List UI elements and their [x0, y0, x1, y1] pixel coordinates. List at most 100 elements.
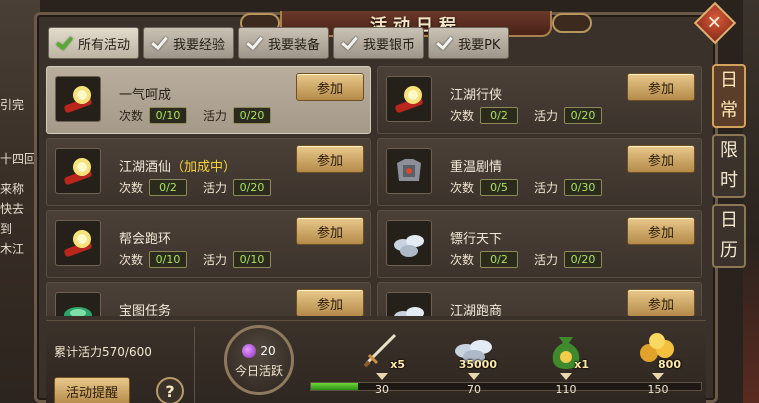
gem-icon — [242, 343, 257, 358]
help-button[interactable]: ? — [156, 377, 184, 403]
money-bag-icon: x1 — [543, 327, 589, 371]
activity-card[interactable]: 镖行天下 次数 0/2 活力 0/20 参加 — [377, 210, 702, 278]
activity-name: 帮会跑环 — [119, 232, 172, 247]
activity-card[interactable]: 江湖行侠 次数 0/2 活力 0/20 参加 — [377, 66, 702, 134]
close-icon: ✕ — [707, 12, 723, 34]
activity-name: 江湖酒仙（加成中） — [119, 160, 237, 175]
join-button[interactable]: 参加 — [627, 289, 695, 316]
vitality-value: 0/20 — [564, 251, 603, 268]
activity-stats: 次数 0/10 活力 0/10 — [119, 251, 287, 268]
check-icon — [150, 34, 168, 52]
reward-quantity: x1 — [574, 358, 589, 371]
tab-all-activities[interactable]: 所有活动 — [48, 27, 140, 59]
count-value: 0/2 — [480, 107, 519, 124]
activity-name: 一气呵成 — [119, 88, 172, 103]
activity-card[interactable]: 一气呵成 次数 0/10 活力 0/20 参加 — [46, 66, 371, 134]
reward-threshold: 70 — [467, 383, 481, 396]
tab-label: 所有活动 — [78, 37, 131, 53]
count-value: 0/5 — [480, 179, 519, 196]
activity-progress-fill — [311, 383, 358, 390]
tab-label: 我要装备 — [268, 37, 321, 53]
tab-silver[interactable]: 我要银币 — [333, 27, 425, 59]
side-tab-daily[interactable]: 日 常 — [712, 64, 746, 128]
activity-name: 宝图任务 — [119, 304, 172, 316]
activity-stats: 次数 0/2 活力 0/20 — [450, 107, 618, 124]
side-tab-calendar[interactable]: 日 历 — [712, 204, 746, 268]
today-activity-value: 20 — [260, 343, 276, 358]
activity-name: 江湖行侠 — [450, 88, 503, 103]
join-button[interactable]: 参加 — [296, 217, 364, 245]
scroll-treasure-icon — [55, 148, 101, 194]
tab-label: 我要PK — [458, 37, 501, 53]
reward-chest[interactable]: x5 30 — [352, 327, 412, 403]
jade-icon — [55, 292, 101, 316]
tab-equipment[interactable]: 我要装备 — [238, 27, 330, 59]
reward-threshold: 30 — [375, 383, 389, 396]
reward-chest[interactable]: 35000 70 — [444, 327, 504, 403]
side-tab-limited[interactable]: 限 时 — [712, 134, 746, 198]
activity-name: 镖行天下 — [450, 232, 503, 247]
activity-stats: 次数 0/2 活力 0/20 — [450, 251, 618, 268]
join-button[interactable]: 参加 — [627, 217, 695, 245]
activity-list[interactable]: 一气呵成 次数 0/10 活力 0/20 参加 江湖行侠 次数 0/2 活力 0/20 … — [46, 66, 706, 316]
check-icon — [55, 34, 73, 52]
tab-label: 我要经验 — [173, 37, 226, 53]
silver-coins-icon — [386, 220, 432, 266]
side-tab-char: 时 — [720, 170, 738, 191]
scroll-treasure-icon — [55, 220, 101, 266]
activity-card[interactable]: 江湖跑商 参加 — [377, 282, 702, 316]
today-activity-label: 今日活跃 — [234, 363, 283, 378]
reward-quantity: x5 — [390, 358, 405, 371]
reward-marker — [468, 373, 480, 380]
activity-stats: 次数 0/2 活力 0/20 — [119, 179, 287, 196]
vitality-value: 0/10 — [233, 251, 272, 268]
join-button[interactable]: 参加 — [296, 145, 364, 173]
tab-pk[interactable]: 我要PK — [428, 27, 510, 59]
tab-label: 我要银币 — [363, 37, 416, 53]
join-button[interactable]: 参加 — [627, 145, 695, 173]
side-tab-char: 限 — [720, 140, 738, 161]
activity-card[interactable]: 江湖酒仙（加成中） 次数 0/2 活力 0/20 参加 — [46, 138, 371, 206]
activity-stats: 次数 0/10 活力 0/20 — [119, 107, 287, 124]
check-icon — [340, 34, 358, 52]
scroll-treasure-icon — [55, 76, 101, 122]
today-activity-badge: 20 今日活跃 — [224, 325, 294, 395]
vitality-value: 0/20 — [564, 107, 603, 124]
reward-threshold: 110 — [555, 383, 577, 396]
activity-reminder-button[interactable]: 活动提醒 — [54, 377, 130, 403]
side-tab-char: 历 — [720, 240, 738, 261]
count-value: 0/2 — [149, 179, 188, 196]
reward-marker — [652, 373, 664, 380]
reward-threshold: 150 — [647, 383, 669, 396]
join-button[interactable]: 参加 — [627, 73, 695, 101]
count-value: 0/10 — [149, 107, 188, 124]
activity-card[interactable]: 宝图任务 参加 — [46, 282, 371, 316]
side-tab-char: 日 — [720, 210, 738, 231]
reward-chest[interactable]: 800 150 — [628, 327, 688, 403]
divider — [194, 327, 195, 403]
join-button[interactable]: 参加 — [296, 73, 364, 101]
reward-chest[interactable]: x1 110 — [536, 327, 596, 403]
silver-coins-icon — [386, 292, 432, 316]
activity-card[interactable]: 重温剧情 次数 0/5 活力 0/30 参加 — [377, 138, 702, 206]
activity-name: 重温剧情 — [450, 160, 503, 175]
reward-quantity: 35000 — [458, 358, 497, 371]
side-tab-char: 常 — [720, 100, 738, 121]
activity-name: 江湖跑商 — [450, 304, 503, 316]
check-icon — [245, 34, 263, 52]
activity-stats: 次数 0/5 活力 0/30 — [450, 179, 618, 196]
activity-card[interactable]: 帮会跑环 次数 0/10 活力 0/10 参加 — [46, 210, 371, 278]
join-button[interactable]: 参加 — [296, 289, 364, 316]
count-value: 0/2 — [480, 251, 519, 268]
armor-icon — [386, 148, 432, 194]
vitality-panel: 累计活力570/600 活动提醒 ? 20 今日活跃 x5 30 35000 7… — [46, 320, 706, 403]
silver-coins-icon: 35000 — [451, 327, 497, 371]
side-tabs: 日 常 限 时 日 历 — [712, 64, 746, 268]
flying-sword-icon: x5 — [359, 327, 405, 371]
check-icon — [435, 34, 453, 52]
count-value: 0/10 — [149, 251, 188, 268]
vitality-value: 0/20 — [233, 107, 272, 124]
reward-marker — [376, 373, 388, 380]
tab-experience[interactable]: 我要经验 — [143, 27, 235, 59]
side-tab-char: 日 — [720, 70, 738, 91]
